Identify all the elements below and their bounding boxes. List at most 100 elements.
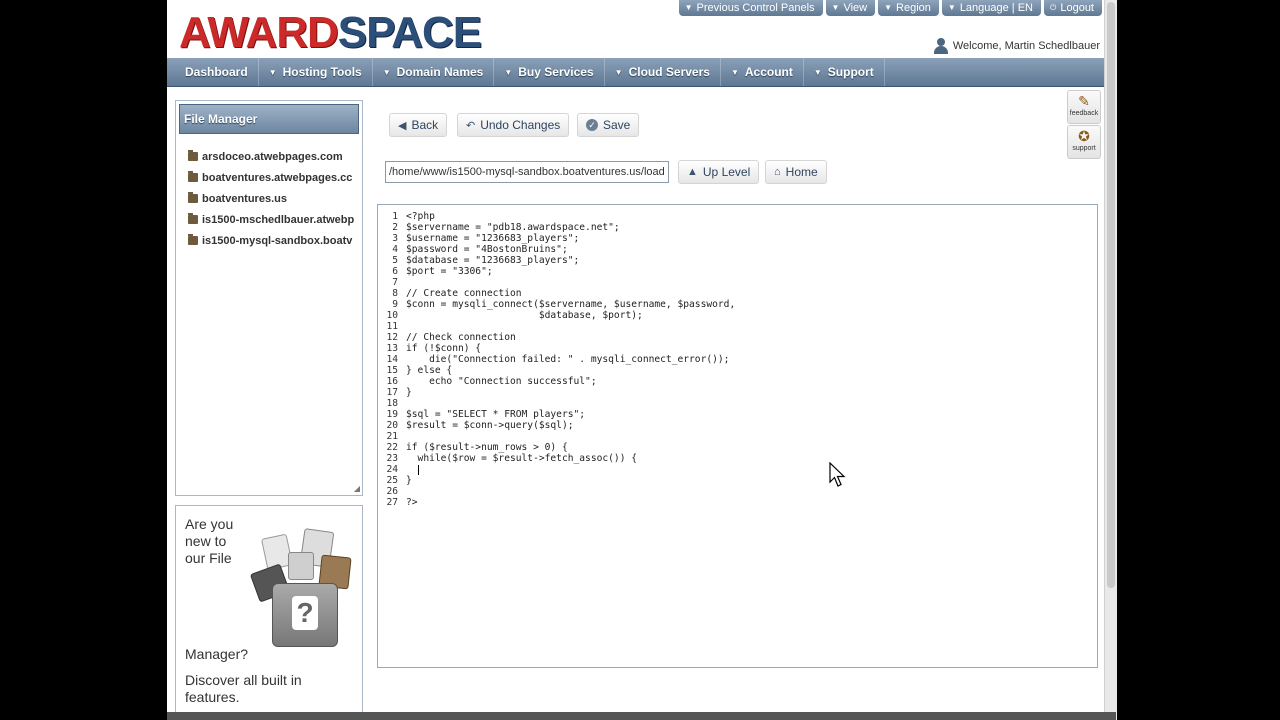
code-text: $database, $port); (406, 310, 643, 321)
text-caret (418, 465, 419, 475)
code-text: $username = "1236683_players"; (406, 233, 580, 244)
vertical-scrollbar[interactable] (1104, 0, 1117, 720)
previous-control-panels-link[interactable]: ▼ Previous Control Panels (678, 0, 823, 16)
line-number: 11 (386, 321, 398, 332)
scrollbar-thumb[interactable] (1107, 2, 1115, 588)
folder-icon (188, 171, 198, 182)
line-number: 1 (392, 211, 398, 222)
line-number: 15 (386, 365, 398, 376)
code-line: 1 <?php (378, 211, 735, 222)
logout-link[interactable]: ⏻ Logout (1044, 0, 1102, 16)
nav-support[interactable]: ▼ Support (804, 58, 885, 86)
feedback-icon: ✎ (1078, 93, 1090, 109)
code-text: if (!$conn) { (406, 343, 482, 354)
top-links: ▼ Previous Control Panels ▼ View ▼ Region ▼… (678, 0, 1102, 16)
code-line: 14 die("Connection failed: " . mysqli_co… (378, 354, 735, 365)
chevron-down-icon: ▼ (947, 3, 956, 12)
code-line: 16 echo "Connection successful"; (378, 376, 735, 387)
folder-icon (188, 150, 198, 161)
chevron-down-icon: ▼ (730, 67, 739, 77)
code-line: 5 $database = "1236683_players"; (378, 255, 735, 266)
line-number: 16 (386, 376, 398, 387)
language-link[interactable]: ▼ Language | EN (941, 0, 1042, 16)
code-line: 3 $username = "1236683_players"; (378, 233, 735, 244)
welcome-message: Welcome, Martin Schedlbauer (933, 38, 1100, 54)
file-types-illustration-icon: ? (249, 528, 354, 648)
code-text: $database = "1236683_players"; (406, 255, 580, 266)
back-button[interactable]: ◀ Back (389, 113, 448, 137)
home-button[interactable]: ⌂ Home (765, 160, 827, 184)
undo-changes-button[interactable]: ↶ Undo Changes (457, 113, 570, 137)
code-line: 8 // Create connection (378, 288, 735, 299)
code-text: $result = $conn->query($sql); (406, 420, 574, 431)
region-link[interactable]: ▼ Region (878, 0, 939, 16)
code-line: 9 $conn = mysqli_connect($servername, $us… (378, 299, 735, 310)
code-text: $servername = "pdb18.awardspace.net"; (406, 222, 620, 233)
power-icon: ⏻ (1050, 3, 1057, 12)
code-text: echo "Connection successful"; (406, 376, 597, 387)
nav-hosting-tools[interactable]: ▼ Hosting Tools (259, 58, 373, 86)
code-editor[interactable]: 1 <?php 2 $servername = "pdb18.awardspace.n… (377, 204, 1098, 668)
code-text: // Check connection (406, 332, 516, 343)
code-line: 18 (378, 398, 735, 409)
resize-grip-icon[interactable]: ◢ (354, 484, 360, 493)
chevron-down-icon: ▼ (504, 67, 513, 77)
file-manager-promo[interactable]: Are you new to our File ? Manager? Disco… (175, 505, 363, 717)
line-number: 8 (392, 288, 398, 299)
lifebuoy-icon: ✪ (1078, 128, 1090, 144)
line-number: 7 (392, 277, 398, 288)
line-number: 21 (386, 431, 398, 442)
line-number: 24 (386, 464, 398, 475)
file-manager-panel: File Manager arsdoceo.atwebpages.com boa… (175, 100, 363, 496)
horizontal-scrollbar[interactable] (167, 712, 1116, 720)
up-level-button[interactable]: ▲ Up Level (678, 160, 760, 184)
line-number: 22 (386, 442, 398, 453)
feedback-button[interactable]: ✎ feedback (1067, 90, 1101, 124)
folder-item[interactable]: is1500-mysql-sandbox.boatv (176, 230, 362, 251)
line-number: 5 (392, 255, 398, 266)
main-navigation: ▼Dashboard ▼Hosting Tools ▼Domain Names … (167, 58, 1104, 87)
nav-buy-services[interactable]: ▼ Buy Services (494, 58, 605, 86)
arrow-left-icon: ◀ (398, 119, 407, 132)
code-text: $conn = mysqli_connect($servername, $use… (406, 299, 736, 310)
file-manager-title: File Manager (179, 104, 359, 134)
folder-item[interactable]: boatventures.us (176, 188, 362, 209)
chevron-down-icon: ▼ (813, 67, 822, 77)
code-lines: 1 <?php 2 $servername = "pdb18.awardspace.n… (378, 211, 735, 508)
code-text: } else { (406, 365, 453, 376)
folder-icon (188, 213, 198, 224)
line-number: 18 (386, 398, 398, 409)
support-button[interactable]: ✪ support (1067, 125, 1101, 159)
folder-item[interactable]: is1500-mschedlbauer.atwebp (176, 209, 362, 230)
line-number: 13 (386, 343, 398, 354)
code-line: 22 if ($result->num_rows > 0) { (378, 442, 735, 453)
code-text: // Create connection (406, 288, 522, 299)
code-line: 21 (378, 431, 735, 442)
code-line: 24 (378, 464, 735, 475)
code-text: while($row = $result->fetch_assoc()) { (406, 453, 638, 464)
line-number: 20 (386, 420, 398, 431)
code-text: $password = "4BostonBruins"; (406, 244, 568, 255)
awardspace-logo[interactable]: AWARDSPACE (179, 8, 482, 58)
chevron-down-icon: ▼ (831, 3, 840, 12)
line-number: 9 (392, 299, 398, 310)
line-number: 17 (386, 387, 398, 398)
nav-cloud-servers[interactable]: ▼ Cloud Servers (605, 58, 721, 86)
code-line: 12 // Check connection (378, 332, 735, 343)
view-link[interactable]: ▼ View (825, 0, 876, 16)
line-number: 27 (386, 497, 398, 508)
folder-item[interactable]: arsdoceo.atwebpages.com (176, 146, 362, 167)
nav-dashboard[interactable]: ▼Dashboard (175, 58, 259, 86)
chevron-down-icon: ▼ (268, 67, 277, 77)
folder-item[interactable]: boatventures.atwebpages.cc (176, 167, 362, 188)
line-number: 14 (386, 354, 398, 365)
code-line: 6 $port = "3306"; (378, 266, 735, 277)
path-input[interactable] (385, 161, 669, 183)
nav-domain-names[interactable]: ▼ Domain Names (373, 58, 495, 86)
code-line: 2 $servername = "pdb18.awardspace.net"; (378, 222, 735, 233)
code-text: die("Connection failed: " . mysqli_conne… (406, 354, 730, 365)
nav-account[interactable]: ▼ Account (721, 58, 804, 86)
code-line: 10 $database, $port); (378, 310, 735, 321)
code-text: } (406, 475, 412, 486)
save-button[interactable]: ✓ Save (577, 113, 640, 137)
